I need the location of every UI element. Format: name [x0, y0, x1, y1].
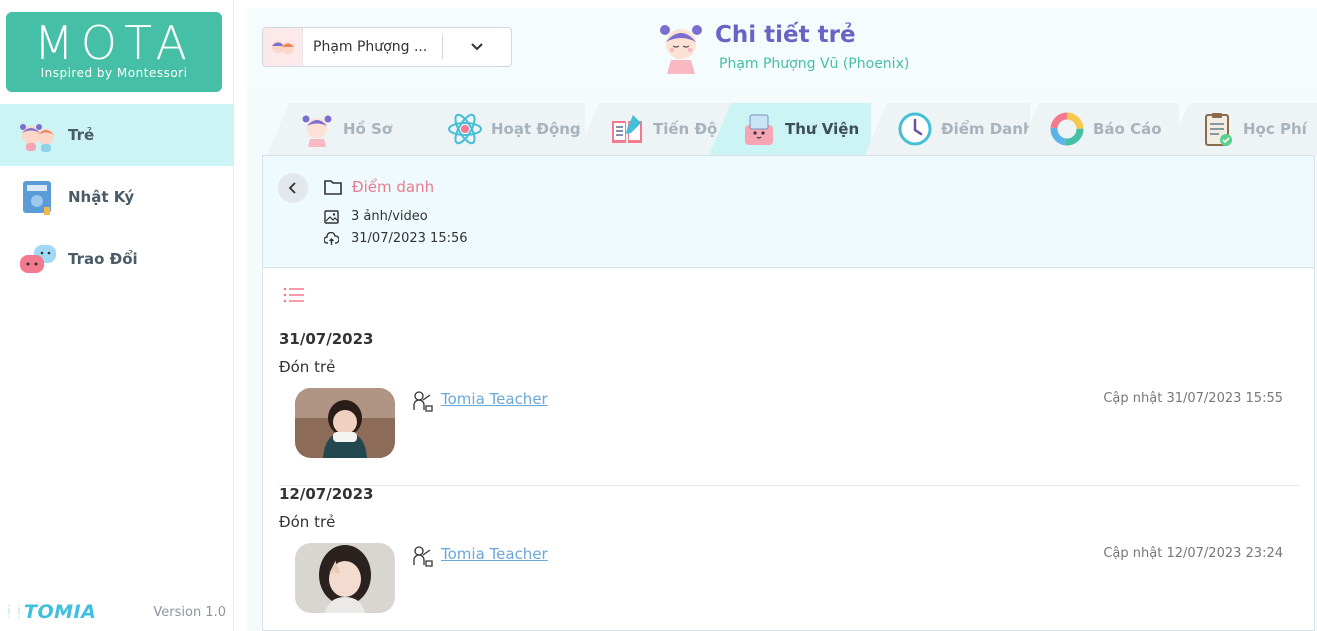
sidebar-footer: ⋮⋮ ⋮⋮ TOMIA Version 1.0: [0, 596, 234, 628]
tab-tuition[interactable]: Học Phí: [1167, 103, 1317, 155]
teacher-link[interactable]: Tomia Teacher: [441, 545, 548, 563]
tab-bar: Hồ Sơ Hoạt Động Tiến Độ Thư Viện Điểm Da…: [267, 103, 1317, 155]
album-header: Điểm danh 3 ảnh/video 31/07/2023 15:56: [263, 156, 1314, 268]
tab-report[interactable]: Báo Cáo: [1017, 103, 1179, 155]
back-button[interactable]: [278, 173, 308, 203]
library-panel: Điểm danh 3 ảnh/video 31/07/2023 15:56 3…: [262, 155, 1315, 631]
girl-mascot-icon: [659, 20, 703, 76]
sidebar-item-diary[interactable]: Nhật Ký: [0, 166, 234, 228]
tab-label: Tiến Độ: [653, 120, 718, 138]
sidebar-item-children[interactable]: Trẻ: [0, 104, 234, 166]
tab-activity[interactable]: Hoạt Động: [415, 103, 585, 155]
library-icon: [741, 111, 777, 147]
grip-icon: ⋮⋮ ⋮⋮: [4, 604, 24, 620]
page-title: Chi tiết trẻ: [715, 22, 856, 48]
sidebar-item-label: Trao Đổi: [68, 250, 138, 268]
child-select[interactable]: Phạm Phượng ...: [262, 27, 512, 67]
tab-library[interactable]: Thư Viện: [709, 103, 871, 155]
sidebar-item-chat[interactable]: Trao Đổi: [0, 228, 234, 290]
folder-name: Điểm danh: [352, 178, 435, 196]
topbar: Phạm Phượng ... Chi tiết trẻ Phạm Phượng…: [247, 8, 1317, 88]
entry-action: Đón trẻ: [279, 358, 336, 376]
entry-date: 31/07/2023: [279, 330, 374, 348]
mota-logo: MOTA Inspired by Montessori: [6, 12, 222, 92]
diary-icon: [18, 177, 58, 217]
media-count: 3 ảnh/video: [351, 209, 428, 224]
tab-label: Điểm Danh: [941, 120, 1034, 138]
child-avatar-icon: [263, 28, 303, 66]
tuition-clipboard-icon: [1199, 111, 1235, 147]
chat-icon: [18, 239, 58, 279]
teacher-link[interactable]: Tomia Teacher: [441, 390, 548, 408]
main-area: Phạm Phượng ... Chi tiết trẻ Phạm Phượng…: [247, 8, 1317, 631]
entry-date: 12/07/2023: [279, 485, 374, 503]
activity-atom-icon: [447, 111, 483, 147]
sidebar-item-label: Nhật Ký: [68, 188, 135, 206]
children-icon: [18, 115, 58, 155]
upload-time: 31/07/2023 15:56: [351, 231, 468, 246]
tab-profile[interactable]: Hồ Sơ: [267, 103, 437, 155]
sidebar: MOTA Inspired by Montessori Trẻ Nhật Ký …: [0, 0, 234, 631]
tab-label: Báo Cáo: [1093, 120, 1162, 138]
media-count-row: 3 ảnh/video: [324, 209, 428, 224]
tab-attendance[interactable]: Điểm Danh: [865, 103, 1030, 155]
version-label: Version 1.0: [153, 604, 226, 620]
folder-icon: [324, 179, 342, 199]
updated-time: Cập nhật 31/07/2023 15:55: [1103, 391, 1283, 406]
sidebar-item-label: Trẻ: [68, 126, 95, 144]
teacher-icon: [411, 545, 433, 571]
child-photo[interactable]: [295, 543, 395, 613]
entry-action: Đón trẻ: [279, 513, 336, 531]
upload-time-row: 31/07/2023 15:56: [324, 231, 468, 246]
progress-book-icon: [609, 111, 645, 147]
list-item: 12/07/2023 Đón trẻ Tomia Teacher Cập nhậ…: [279, 485, 1299, 631]
image-icon: [324, 209, 339, 224]
tab-label: Hoạt Động: [491, 120, 581, 138]
child-select-value: Phạm Phượng ...: [313, 39, 428, 55]
profile-icon: [299, 111, 335, 147]
tab-label: Hồ Sơ: [343, 120, 393, 138]
report-chart-icon: [1049, 111, 1085, 147]
tab-label: Thư Viện: [785, 120, 860, 138]
child-photo[interactable]: [295, 388, 395, 458]
attendance-clock-icon: [897, 111, 933, 147]
tab-label: Học Phí: [1243, 120, 1307, 138]
cloud-upload-icon: [324, 231, 339, 245]
tomia-logo: TOMIA: [24, 601, 97, 623]
page-subtitle: Phạm Phượng Vũ (Phoenix): [719, 56, 910, 72]
list-item: 31/07/2023 Đón trẻ Tomia Teacher Cập nhậ…: [279, 330, 1299, 486]
logo-title: MOTA: [34, 16, 194, 70]
list-view-icon[interactable]: [283, 287, 305, 307]
teacher-icon: [411, 390, 433, 416]
updated-time: Cập nhật 12/07/2023 23:24: [1103, 546, 1283, 561]
chevron-down-icon[interactable]: [443, 42, 511, 52]
